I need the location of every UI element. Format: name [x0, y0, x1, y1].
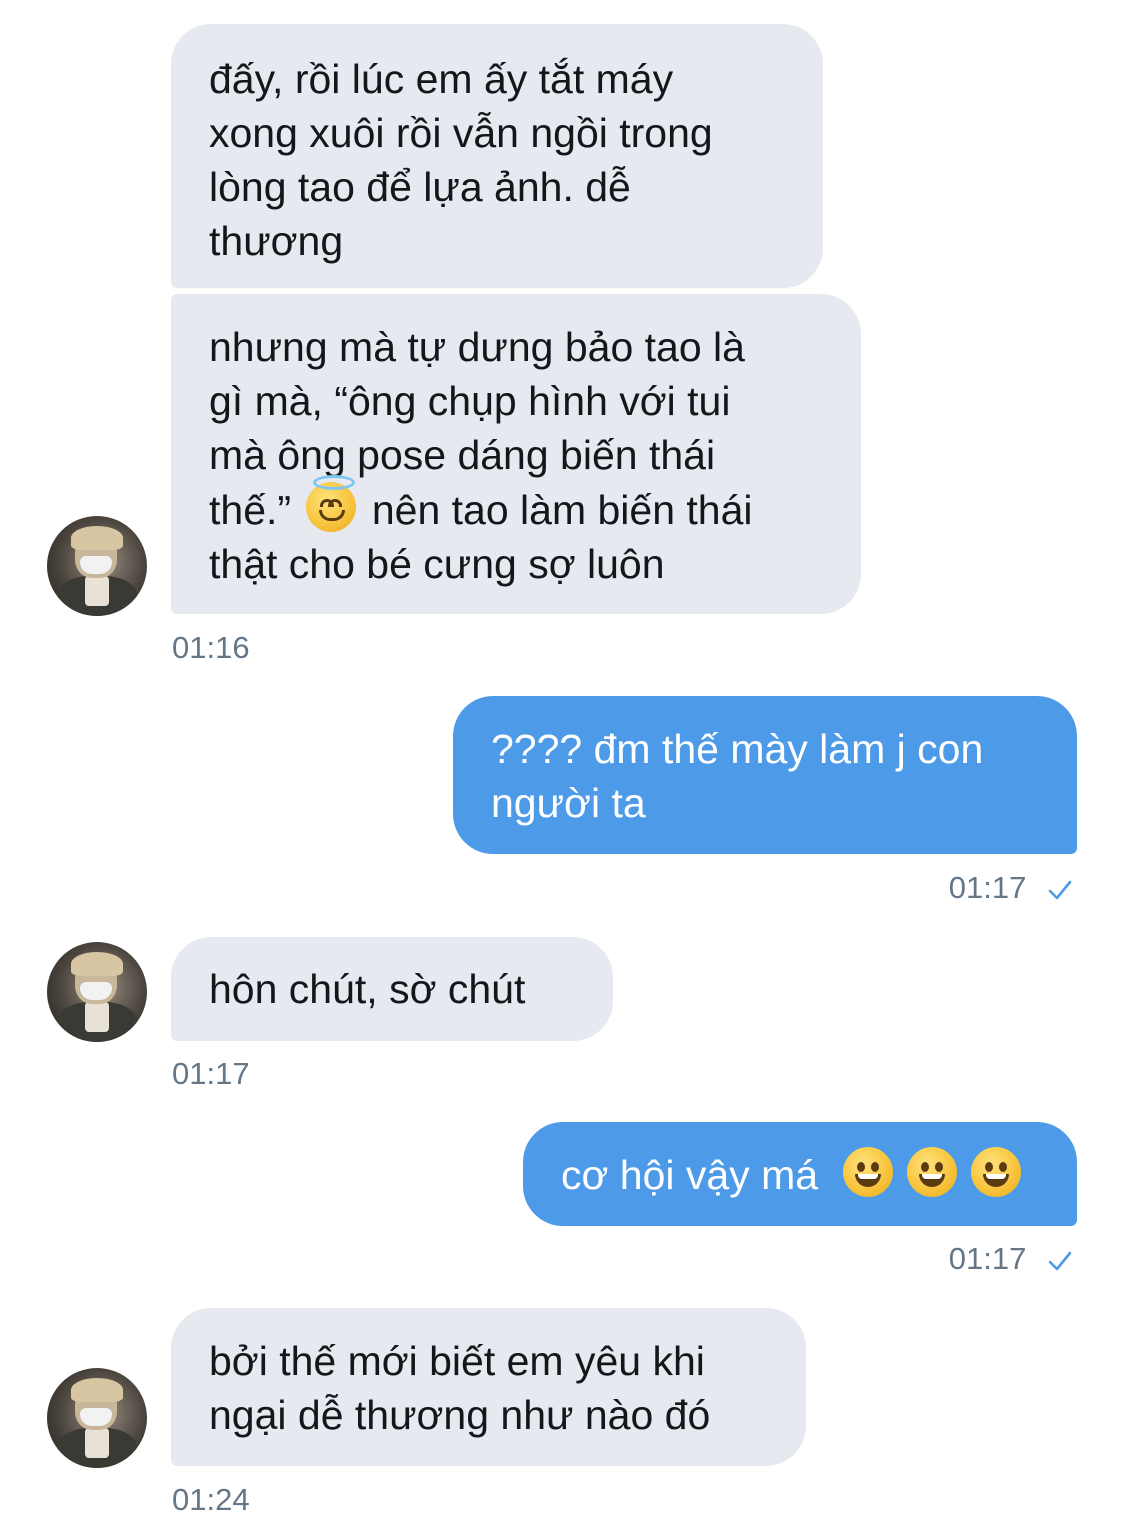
- message-line: bởi thế mới biết em yêu khi: [209, 1338, 705, 1384]
- smiling-face-with-halo-icon: [306, 475, 357, 532]
- grinning-face-icon: [843, 1147, 894, 1197]
- message-bubble-outgoing[interactable]: cơ hội vậy má: [523, 1122, 1077, 1226]
- message-line: người ta: [491, 780, 646, 826]
- read-check-icon: [1048, 1251, 1072, 1271]
- message-bubble-incoming[interactable]: nhưng mà tự dưng bảo tao là gì mà, “ông …: [171, 294, 861, 614]
- message-timestamp: 01:17: [948, 1241, 1027, 1276]
- message-timestamp-row: 01:17: [949, 1241, 1073, 1277]
- message-bubble-outgoing[interactable]: ???? đm thế mày làm j con người ta: [453, 696, 1077, 854]
- message-line: thế.” nên tao làm biến thái: [209, 475, 823, 537]
- message-line: nhưng mà tự dưng bảo tao là: [209, 324, 745, 370]
- message-line: hôn chút, sờ chút: [209, 966, 526, 1012]
- message-timestamp: 01:24: [172, 1482, 250, 1517]
- message-line: thật cho bé cưng sợ luôn: [209, 541, 665, 587]
- message-line: thương: [209, 218, 344, 264]
- message-line: ngại dễ thương như nào đó: [209, 1392, 711, 1438]
- message-line: ???? đm thế mày làm j con: [491, 726, 984, 772]
- message-bubble-incoming[interactable]: hôn chút, sờ chút: [171, 937, 613, 1041]
- message-text: cơ hội vậy má: [561, 1152, 819, 1198]
- message-timestamp: 01:17: [172, 1056, 250, 1091]
- message-text: thế.”: [209, 487, 292, 533]
- message-line: lòng tao để lựa ảnh. dễ: [209, 164, 631, 210]
- contact-avatar[interactable]: [47, 516, 147, 616]
- message-line: cơ hội vậy má: [561, 1147, 1039, 1202]
- grinning-face-icon: [971, 1147, 1022, 1197]
- message-line: xong xuôi rồi vẫn ngồi trong: [209, 110, 713, 156]
- message-timestamp: 01:17: [948, 870, 1027, 905]
- grinning-face-icon: [907, 1147, 958, 1197]
- message-bubble-incoming[interactable]: đấy, rồi lúc em ấy tắt máy xong xuôi rồi…: [171, 24, 823, 288]
- message-bubble-incoming[interactable]: bởi thế mới biết em yêu khi ngại dễ thươ…: [171, 1308, 806, 1466]
- message-timestamp: 01:16: [172, 630, 250, 665]
- message-line: đấy, rồi lúc em ấy tắt máy: [209, 56, 674, 102]
- message-line: mà ông pose dáng biến thái: [209, 432, 716, 478]
- message-line: gì mà, “ông chụp hình với tui: [209, 378, 731, 424]
- contact-avatar[interactable]: [47, 1368, 147, 1468]
- message-timestamp-row: 01:17: [949, 870, 1073, 906]
- read-check-icon: [1048, 880, 1072, 900]
- contact-avatar[interactable]: [47, 942, 147, 1042]
- message-text: nên tao làm biến thái: [371, 487, 753, 533]
